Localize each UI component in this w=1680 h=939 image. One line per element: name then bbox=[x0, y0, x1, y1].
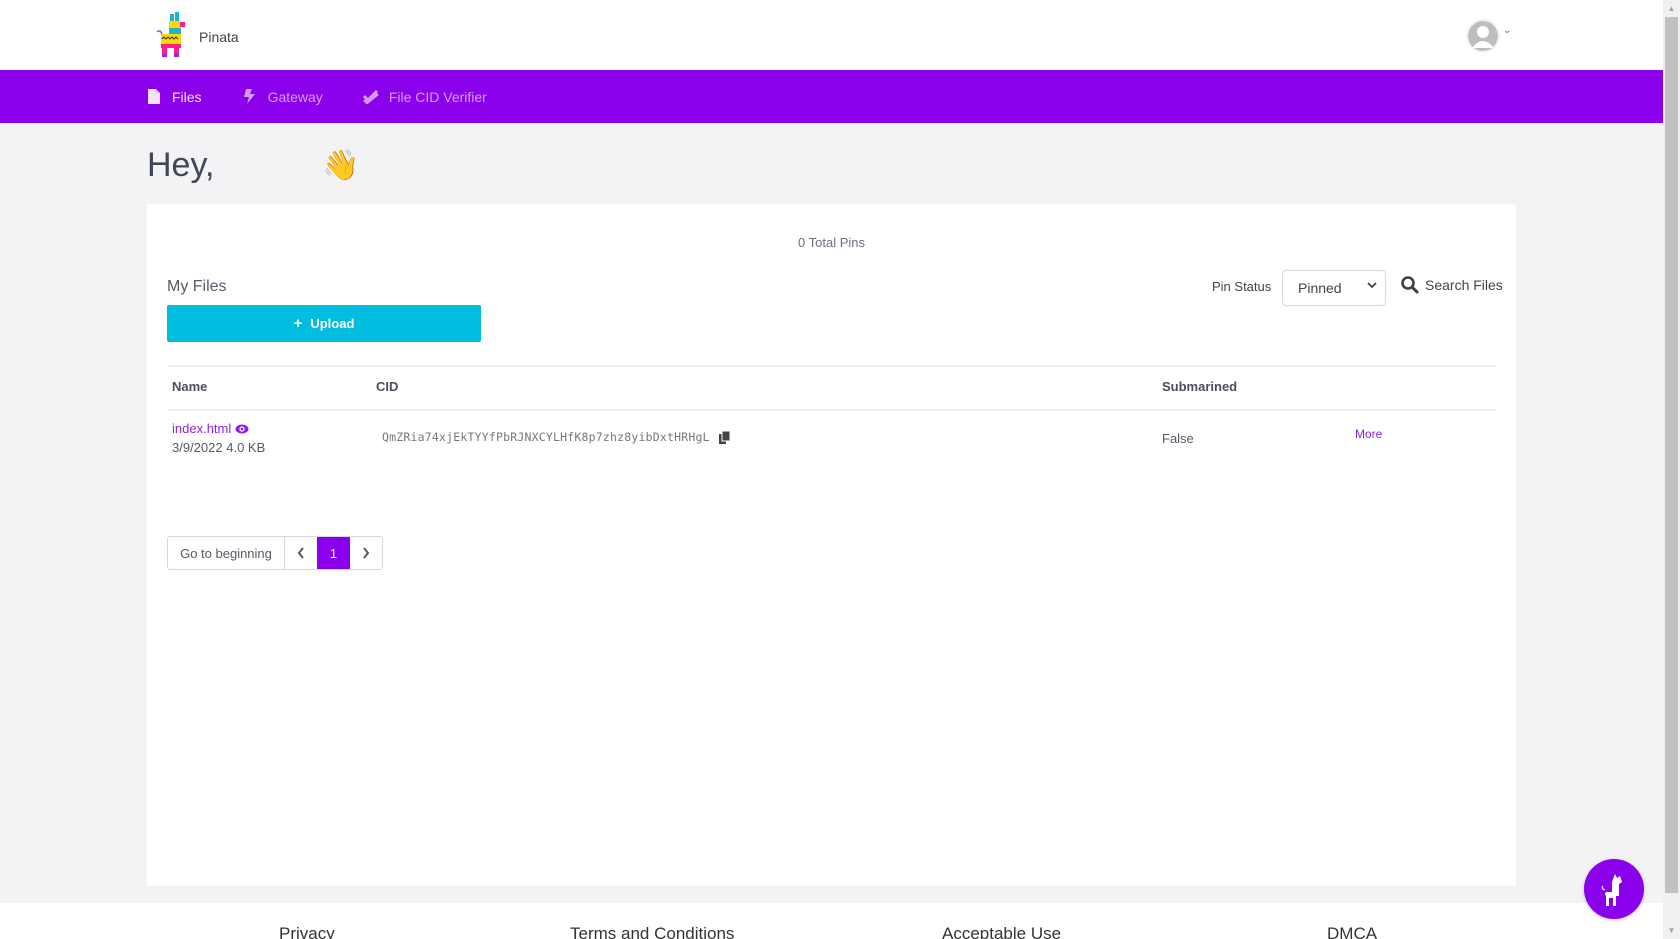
total-pins-count: 0 Total Pins bbox=[798, 235, 865, 250]
previous-page-button[interactable] bbox=[285, 537, 317, 569]
upload-label: Upload bbox=[310, 316, 355, 331]
greeting: Hey, 👋 bbox=[147, 146, 360, 185]
chevron-down-icon[interactable]: ⌄ bbox=[1503, 25, 1511, 36]
footer-link-dmca[interactable]: DMCA bbox=[1327, 924, 1377, 939]
waving-hand-icon: 👋 bbox=[322, 149, 360, 182]
search-files-label: Search Files bbox=[1425, 277, 1503, 293]
current-page-button[interactable]: 1 bbox=[317, 537, 350, 569]
eye-icon[interactable] bbox=[235, 424, 249, 434]
scroll-up-arrow-icon[interactable]: ▲ bbox=[1663, 0, 1680, 17]
copy-icon[interactable] bbox=[718, 430, 730, 444]
page-scrollbar[interactable]: ▲ ▼ bbox=[1663, 0, 1680, 939]
footer: Privacy Terms and Conditions Acceptable … bbox=[0, 903, 1663, 939]
column-header-name: Name bbox=[172, 379, 208, 394]
file-name-cell: index.html bbox=[172, 421, 249, 436]
chevron-left-icon bbox=[297, 547, 304, 559]
file-size: 4.0 KB bbox=[226, 440, 266, 455]
cid-value: QmZRia74xjEkTYYfPbRJNXCYLHfK8p7zhz8yibDx… bbox=[382, 430, 710, 444]
plus-icon: + bbox=[293, 315, 303, 332]
pin-status-label: Pin Status bbox=[1212, 279, 1272, 294]
top-bar: Pinata ⌄ bbox=[0, 0, 1663, 70]
nav-item-gateway[interactable]: Gateway bbox=[242, 89, 323, 105]
main-nav: Files Gateway File CID Verifier bbox=[0, 70, 1663, 123]
table-top-divider bbox=[167, 365, 1496, 367]
file-date: 3/9/2022 bbox=[172, 440, 223, 455]
footer-link-privacy[interactable]: Privacy bbox=[279, 924, 335, 939]
nav-item-files[interactable]: Files bbox=[146, 89, 202, 105]
footer-link-terms[interactable]: Terms and Conditions bbox=[570, 924, 734, 939]
page: Pinata ⌄ Files Gateway File CID Verifier… bbox=[0, 0, 1663, 939]
chevron-down-icon bbox=[1367, 281, 1377, 292]
user-avatar[interactable] bbox=[1466, 19, 1500, 53]
greeting-text: Hey, bbox=[147, 146, 215, 184]
file-meta: 3/9/2022 4.0 KB bbox=[172, 440, 265, 455]
submarined-value: False bbox=[1162, 431, 1194, 446]
avatar-placeholder-icon bbox=[1468, 21, 1498, 51]
nav-item-label: File CID Verifier bbox=[388, 88, 487, 105]
column-header-submarined: Submarined bbox=[1162, 379, 1238, 394]
pagination: Go to beginning 1 bbox=[167, 536, 383, 570]
column-header-cid: CID bbox=[376, 379, 399, 394]
files-card: 0 Total Pins My Files + Upload Pin Statu… bbox=[147, 204, 1516, 886]
redacted-username bbox=[228, 156, 312, 176]
scroll-down-arrow-icon[interactable]: ▼ bbox=[1663, 922, 1680, 939]
footer-link-acceptable-use[interactable]: Acceptable Use bbox=[942, 924, 1061, 939]
search-icon bbox=[1401, 276, 1419, 294]
cid-cell: QmZRia74xjEkTYYfPbRJNXCYLHfK8p7zhz8yibDx… bbox=[382, 430, 730, 444]
file-name-link[interactable]: index.html bbox=[172, 421, 231, 436]
chevron-right-icon bbox=[363, 547, 370, 559]
scrollbar-thumb[interactable] bbox=[1665, 17, 1678, 893]
search-files-button[interactable]: Search Files bbox=[1401, 276, 1503, 294]
help-chat-button[interactable] bbox=[1584, 859, 1644, 919]
next-page-button[interactable] bbox=[350, 537, 382, 569]
table-header-divider bbox=[167, 409, 1496, 411]
pinata-logo-icon[interactable] bbox=[156, 12, 192, 58]
brand-name: Pinata bbox=[199, 29, 239, 45]
nav-item-label: Files bbox=[172, 88, 202, 105]
nav-item-file-cid-verifier[interactable]: File CID Verifier bbox=[362, 88, 487, 105]
llama-icon bbox=[1601, 874, 1622, 906]
nav-item-label: Gateway bbox=[267, 88, 323, 105]
pin-status-value: Pinned bbox=[1298, 280, 1342, 296]
upload-button[interactable]: + Upload bbox=[167, 305, 481, 342]
pin-status-select[interactable]: Pinned bbox=[1282, 270, 1386, 306]
file-icon bbox=[146, 89, 162, 105]
bolt-icon bbox=[242, 89, 258, 105]
more-link[interactable]: More bbox=[1355, 427, 1382, 441]
go-to-beginning-button[interactable]: Go to beginning bbox=[168, 537, 285, 569]
section-title: My Files bbox=[167, 278, 227, 295]
double-check-icon bbox=[362, 89, 379, 105]
